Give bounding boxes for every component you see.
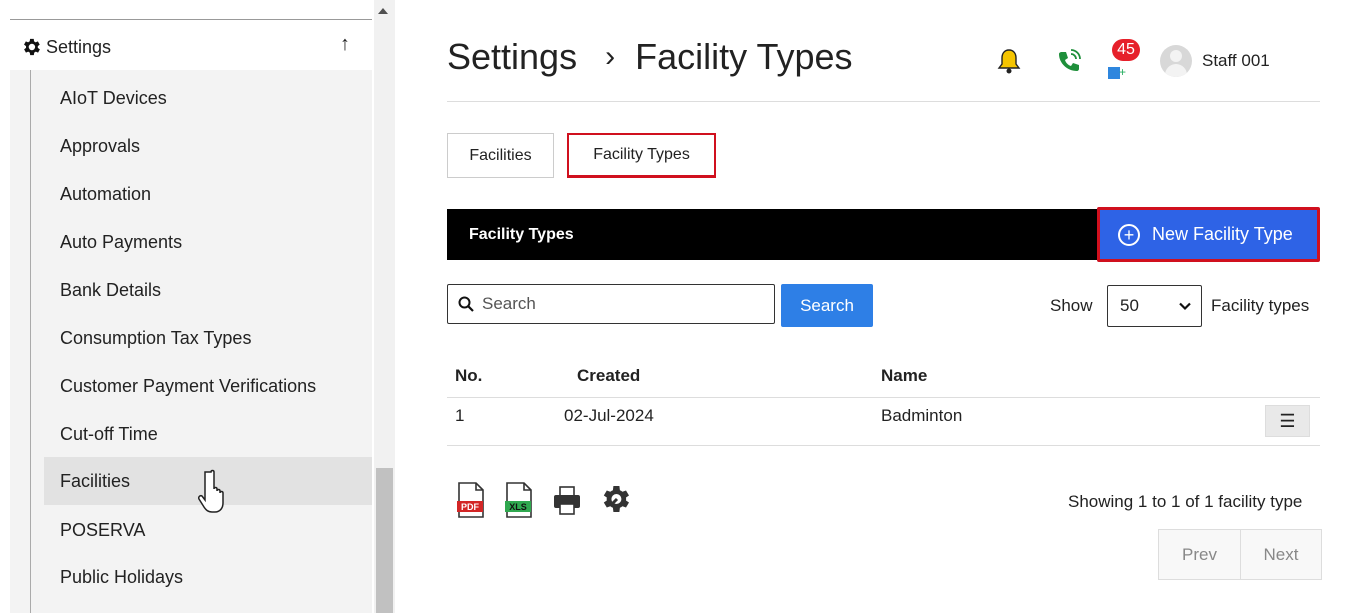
new-facility-type-button[interactable]: + New Facility Type [1097,207,1320,262]
column-header-no[interactable]: No. [455,366,482,386]
table-cell-created: 02-Jul-2024 [564,406,654,425]
chevron-down-icon [1179,302,1191,311]
notification-badge: 45 [1112,39,1140,61]
sidebar-tree-line [30,70,31,613]
sidebar-section-label: Settings [46,36,112,57]
print-icon[interactable] [552,481,582,519]
xls-icon-label: XLS [509,502,527,512]
sidebar-item-cut-off-time[interactable]: Cut-off Time [44,410,372,458]
tab-facility-types[interactable]: Facility Types [567,133,716,178]
search-field[interactable] [447,284,775,324]
new-facility-type-label: New Facility Type [1152,224,1293,244]
page-title: Facility Types [635,36,853,77]
column-header-created[interactable]: Created [577,366,640,386]
breadcrumb: Settings › Facility Types [447,36,852,78]
breadcrumb-root[interactable]: Settings [447,36,577,78]
sidebar-scrollbar-thumb[interactable] [376,468,393,613]
table-row-divider [447,445,1320,446]
table-cell-no: 1 [455,406,465,425]
page-size-select[interactable]: 50 [1107,285,1202,327]
bell-icon[interactable] [996,47,1022,75]
sidebar-item-approvals[interactable]: Approvals [44,122,372,170]
header-divider [447,101,1320,102]
gear-icon [24,38,40,56]
phone-call-icon[interactable] [1056,47,1082,75]
plus-icon: + [1119,65,1127,79]
prev-page-button[interactable]: Prev [1159,530,1240,579]
avatar[interactable] [1160,45,1192,77]
pdf-icon[interactable]: PDF [456,481,486,519]
page-size-value: 50 [1120,296,1139,315]
scroll-up-arrow-icon[interactable] [378,8,388,14]
search-input[interactable] [482,294,762,314]
sidebar-item-auto-payments[interactable]: Auto Payments [44,218,372,266]
sidebar-item-bank-details[interactable]: Bank Details [44,266,372,314]
sidebar-item-public-holidays[interactable]: Public Holidays [44,553,372,601]
sidebar-item-automation[interactable]: Automation [44,170,372,218]
user-name[interactable]: Staff 001 [1202,51,1270,71]
pagination-summary: Showing 1 to 1 of 1 facility type [1068,492,1303,511]
sidebar-section-settings[interactable]: Settings ↑ [10,24,372,70]
show-label: Show [1050,296,1093,315]
sidebar-item-aiot-devices[interactable]: AIoT Devices [44,74,372,122]
tab-facilities[interactable]: Facilities [447,133,554,178]
arrow-up-icon[interactable]: ↑ [340,33,350,56]
plus-circle-icon: + [1118,223,1140,246]
chevron-right-icon: › [605,40,616,73]
sidebar: Settings ↑ AIoT Devices Approvals Automa… [0,0,395,613]
pagination: Prev Next [1158,529,1322,580]
search-icon [458,296,474,312]
table-cell-name: Badminton [881,406,963,425]
notifications-button[interactable]: + 45 [1108,39,1144,79]
table-header-divider [447,397,1320,398]
next-page-button[interactable]: Next [1240,530,1321,579]
xls-icon[interactable]: XLS [504,481,534,519]
row-actions-menu-button[interactable]: ☰ [1265,405,1310,437]
header-actions: + 45 Staff 001 [996,38,1270,84]
sidebar-item-customer-payment-verifications[interactable]: Customer Payment Verifications [44,362,372,410]
sidebar-divider [10,19,372,20]
export-toolbar: PDF XLS [456,481,648,519]
column-header-name[interactable]: Name [881,366,927,386]
pdf-icon-label: PDF [461,502,480,512]
sidebar-item-consumption-tax-types[interactable]: Consumption Tax Types [44,314,372,362]
hand-pointer-icon [198,469,224,513]
panel-title: Facility Types [447,209,1097,260]
search-button[interactable]: Search [781,284,873,327]
show-suffix-label: Facility types [1211,296,1310,315]
settings-wrench-icon[interactable] [600,481,630,519]
